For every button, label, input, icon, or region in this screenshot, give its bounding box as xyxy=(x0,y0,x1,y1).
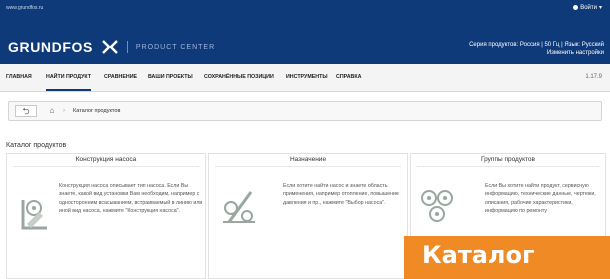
product-center-label: PRODUCT CENTER xyxy=(135,43,216,51)
pump-design-icon xyxy=(21,200,47,230)
main-nav: ГЛАВНАЯ НАЙТИ ПРОДУКТ СРАВНЕНИЕ ВАШИ ПРО… xyxy=(0,64,610,92)
home-icon[interactable]: ⌂ xyxy=(45,105,59,117)
card-title: Группы продуктов xyxy=(480,156,535,163)
region-info: Серия продуктов: Россия | 50 Гц | Язык: … xyxy=(469,42,604,48)
card-pump-design[interactable]: Конструкция насоса Конструкция насоса оп… xyxy=(6,153,206,279)
breadcrumb-separator: › xyxy=(63,108,65,114)
card-divider xyxy=(417,166,599,167)
nav-projects[interactable]: ВАШИ ПРОЕКТЫ xyxy=(148,64,193,91)
catalog-overlay-banner: Каталог xyxy=(404,236,610,279)
card-description: Если хотите найти насос и знаете область… xyxy=(283,183,399,206)
catalog-overlay-label: Каталог xyxy=(422,241,535,269)
region-settings[interactable]: Серия продуктов: Россия | 50 Гц | Язык: … xyxy=(469,41,604,57)
change-settings-link[interactable]: Изменить настройки xyxy=(469,49,604,57)
card-application[interactable]: Назначение Если хотите найти насос и зна… xyxy=(208,153,408,279)
card-divider xyxy=(13,166,199,167)
user-icon xyxy=(573,5,579,10)
nav-help[interactable]: СПРАВКА xyxy=(336,64,361,91)
application-icon xyxy=(223,191,255,223)
chevron-down-icon: ▾ xyxy=(598,5,602,11)
grundfos-x-icon xyxy=(102,40,118,54)
breadcrumb: ⮌ ⌂ › Каталог продуктов xyxy=(8,101,602,121)
nav-tools[interactable]: ИНСТРУМЕНТЫ xyxy=(286,64,328,91)
product-groups-icon xyxy=(421,190,453,222)
nav-find-product[interactable]: НАЙТИ ПРОДУКТ xyxy=(46,64,92,91)
nav-saved-items[interactable]: СОХРАНЁННЫЕ ПОЗИЦИИ xyxy=(204,64,274,91)
page-title: Каталог продуктов xyxy=(6,142,67,149)
version-label: 1.17.9 xyxy=(585,74,602,80)
brand[interactable]: GRUNDFOS PRODUCT CENTER xyxy=(8,39,215,55)
login-button[interactable]: Войти ▾ xyxy=(573,4,602,11)
login-label: Войти xyxy=(580,4,597,11)
grundfos-logo: GRUNDFOS xyxy=(8,39,93,55)
nav-home[interactable]: ГЛАВНАЯ xyxy=(6,64,32,91)
header-bar: www.grundfos.ru Войти ▾ GRUNDFOS PRODUCT… xyxy=(0,0,610,64)
breadcrumb-current: Каталог продуктов xyxy=(73,108,121,114)
brand-divider xyxy=(126,41,128,53)
back-arrow-icon[interactable]: ⮌ xyxy=(15,105,37,117)
nav-compare[interactable]: СРАВНЕНИЕ xyxy=(104,64,137,91)
card-title: Назначение xyxy=(289,156,327,163)
card-title: Конструкция насоса xyxy=(75,156,137,163)
card-description: Если Вы хотите найти продукт, сервисную … xyxy=(485,183,596,215)
card-divider xyxy=(215,166,401,167)
card-description: Конструкция насоса описывает тип насоса.… xyxy=(59,183,203,215)
grundfos-site-link[interactable]: www.grundfos.ru xyxy=(6,5,43,11)
